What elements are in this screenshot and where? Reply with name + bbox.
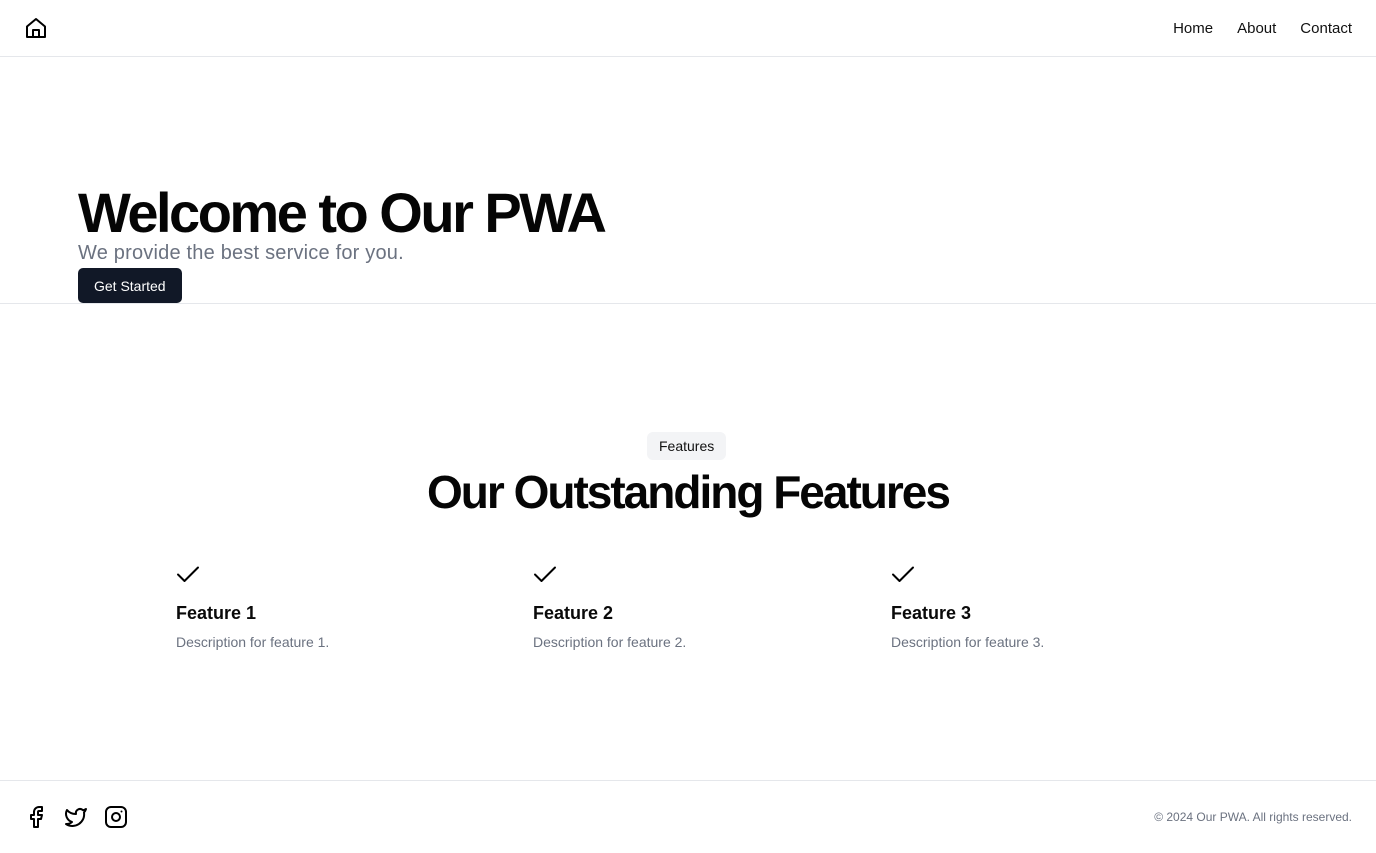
check-icon — [892, 566, 914, 582]
feature-description: Description for feature 3. — [891, 634, 1045, 650]
feature-description: Description for feature 2. — [533, 634, 687, 650]
feature-card-1: Feature 1 Description for feature 1. — [176, 562, 496, 652]
nav-about-link[interactable]: About — [1237, 20, 1276, 37]
nav-home-link[interactable]: Home — [1173, 20, 1213, 37]
site-header: Home About Contact — [0, 0, 1376, 57]
feature-card-2: Feature 2 Description for feature 2. — [533, 562, 853, 652]
hero-title: Welcome to Our PWA — [78, 181, 607, 244]
nav-contact-link[interactable]: Contact — [1300, 20, 1352, 37]
site-footer: © 2024 Our PWA. All rights reserved. — [0, 780, 1376, 853]
features-section: Features Our Outstanding Features Featur… — [0, 304, 1376, 780]
feature-description: Description for feature 1. — [176, 634, 330, 650]
page: Home About Contact Welcome to Our PWA We… — [0, 0, 1376, 853]
facebook-icon[interactable] — [24, 805, 48, 829]
features-badge: Features — [647, 432, 727, 460]
main-nav: Home About Contact — [1173, 20, 1352, 37]
feature-title: Feature 1 — [176, 603, 257, 623]
feature-title: Feature 2 — [533, 603, 614, 623]
feature-title: Feature 3 — [891, 603, 972, 623]
instagram-icon[interactable] — [104, 805, 128, 829]
feature-card-3: Feature 3 Description for feature 3. — [891, 562, 1211, 652]
check-icon — [534, 566, 556, 582]
features-title: Our Outstanding Features — [427, 466, 951, 518]
twitter-icon[interactable] — [64, 805, 88, 829]
copyright-text: © 2024 Our PWA. All rights reserved. — [1154, 810, 1352, 824]
social-links — [24, 805, 128, 829]
hero-subtitle: We provide the best service for you. — [78, 242, 404, 264]
hero-section: Welcome to Our PWA We provide the best s… — [0, 57, 1376, 304]
check-icon — [177, 566, 199, 582]
home-icon[interactable] — [24, 16, 48, 40]
get-started-button[interactable]: Get Started — [78, 268, 182, 303]
